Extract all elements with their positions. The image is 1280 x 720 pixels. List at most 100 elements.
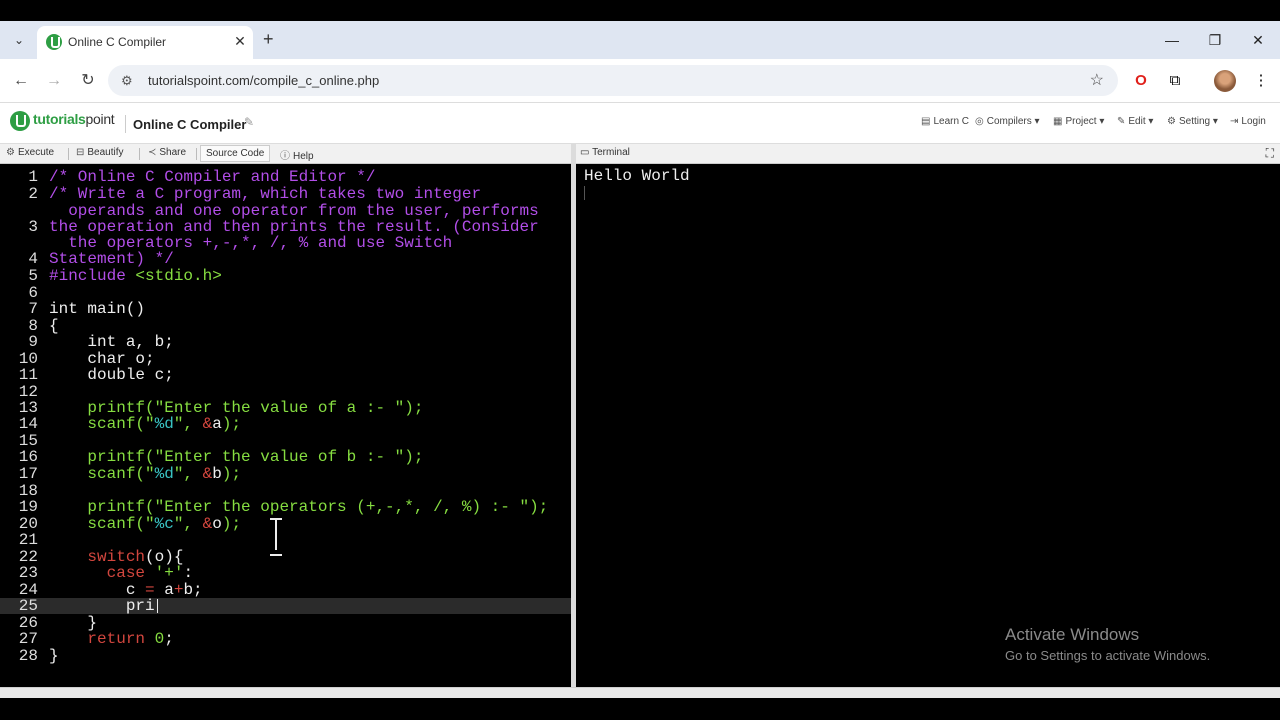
- terminal-pane[interactable]: Hello World Activate Windows Go to Setti…: [576, 165, 1280, 687]
- terminal-header: ▭ Terminal ⛶: [576, 144, 1280, 164]
- terminal-output: Hello World: [584, 167, 690, 185]
- tutorialspoint-logo-icon[interactable]: [10, 111, 30, 131]
- beautify-button[interactable]: ⊟ Beautify: [76, 147, 124, 158]
- code-line[interactable]: case '+':: [49, 565, 193, 581]
- code-line[interactable]: the operators +,-,*, /, % and use Switch: [49, 235, 452, 251]
- code-line[interactable]: switch(o){: [49, 549, 183, 565]
- code-line[interactable]: double c;: [49, 367, 173, 383]
- line-number: 21: [18, 531, 38, 549]
- code-line[interactable]: printf("Enter the operators (+,-,*, /, %…: [49, 499, 548, 515]
- browser-menu-icon[interactable]: ⋮: [1250, 70, 1272, 92]
- code-line[interactable]: }: [49, 615, 97, 631]
- line-number: 1: [28, 168, 38, 186]
- browser-tab-strip: ⌄ Online C Compiler ✕ + — ❐ ✕: [0, 21, 1280, 59]
- gear-icon: ⚙: [1167, 116, 1176, 127]
- code-line[interactable]: scanf("%c", &o);: [49, 516, 241, 532]
- url-text[interactable]: tutorialspoint.com/compile_c_online.php: [148, 73, 379, 88]
- execute-button[interactable]: ⚙ Execute: [6, 147, 54, 158]
- line-number: 17: [18, 465, 38, 483]
- profile-avatar[interactable]: [1214, 70, 1236, 92]
- minimize-button[interactable]: —: [1162, 30, 1182, 50]
- site-info-icon[interactable]: ⚙: [121, 73, 133, 89]
- globe-icon: ◎: [975, 116, 984, 127]
- line-number: 11: [18, 366, 38, 384]
- nav-login[interactable]: ⇥ Login: [1230, 116, 1266, 127]
- help-icon: ⓘ: [280, 151, 290, 162]
- new-tab-button[interactable]: +: [263, 29, 274, 49]
- site-logo[interactable]: tutorialspoint: [33, 111, 115, 127]
- line-number: 27: [18, 630, 38, 648]
- line-number: 9: [28, 333, 38, 351]
- code-line[interactable]: c = a+b;: [49, 582, 203, 598]
- back-icon[interactable]: ←: [10, 70, 32, 92]
- edit-title-icon[interactable]: ✎: [244, 115, 254, 129]
- reload-icon[interactable]: ↻: [77, 70, 99, 92]
- mouse-ibeam-cursor: [268, 518, 284, 556]
- toolbar-divider: [139, 148, 140, 160]
- grid-icon: ▦: [1053, 116, 1063, 127]
- code-line[interactable]: printf("Enter the value of a :- ");: [49, 400, 423, 416]
- close-window-button[interactable]: ✕: [1248, 30, 1268, 50]
- address-bar[interactable]: ⚙ tutorialspoint.com/compile_c_online.ph…: [108, 65, 1118, 96]
- maximize-button[interactable]: ❐: [1205, 30, 1225, 50]
- activate-windows-title: Activate Windows: [1005, 625, 1140, 644]
- tab-close-icon[interactable]: ✕: [232, 32, 248, 50]
- line-number: 4: [28, 250, 38, 268]
- line-number: 2: [28, 185, 38, 203]
- fullscreen-icon[interactable]: ⛶: [1266, 146, 1274, 161]
- code-line[interactable]: int main(): [49, 301, 145, 317]
- line-number: 8: [28, 317, 38, 335]
- line-number: 22: [18, 548, 38, 566]
- code-line[interactable]: char o;: [49, 351, 154, 367]
- beautify-icon: ⊟: [76, 147, 85, 158]
- browser-toolbar: ← → ↻ ⚙ tutorialspoint.com/compile_c_onl…: [0, 59, 1280, 103]
- favicon-icon: [46, 34, 62, 50]
- nav-project[interactable]: ▦ Project ▾: [1053, 116, 1104, 127]
- code-line[interactable]: return 0;: [49, 631, 173, 647]
- code-line[interactable]: operands and one operator from the user,…: [49, 203, 538, 219]
- line-number: 7: [28, 300, 38, 318]
- code-line[interactable]: /* Online C Compiler and Editor */: [49, 169, 375, 185]
- line-number: 6: [28, 284, 38, 302]
- terminal-icon: ▭: [580, 147, 590, 158]
- code-line[interactable]: pri: [49, 598, 155, 614]
- gear-icon: ⚙: [6, 147, 15, 158]
- line-number: 15: [18, 432, 38, 450]
- help-button[interactable]: ⓘ Help: [280, 147, 314, 162]
- nav-setting[interactable]: ⚙ Setting ▾: [1167, 116, 1218, 127]
- code-line[interactable]: scanf("%d", &a);: [49, 416, 241, 432]
- bookmark-star-icon[interactable]: ☆: [1090, 70, 1104, 90]
- line-number: 28: [18, 647, 38, 665]
- forward-icon[interactable]: →: [43, 70, 65, 92]
- code-line[interactable]: {: [49, 318, 59, 334]
- line-number: 26: [18, 614, 38, 632]
- nav-compilers[interactable]: ◎ Compilers ▾: [975, 116, 1040, 127]
- code-line[interactable]: int a, b;: [49, 334, 173, 350]
- code-line[interactable]: scanf("%d", &b);: [49, 466, 241, 482]
- extensions-icon[interactable]: ⧉: [1164, 70, 1186, 92]
- code-line[interactable]: Statement) */: [49, 251, 174, 267]
- code-editor[interactable]: 1 2 3 4 5 6 7 8 9 10 11 12 13 14 15 16 17 18 19 20 21 22 23 24 2…: [0, 165, 571, 687]
- code-line[interactable]: #include <stdio.h>: [49, 268, 222, 284]
- code-line[interactable]: the operation and then prints the result…: [49, 219, 539, 235]
- code-line[interactable]: /* Write a C program, which takes two in…: [49, 186, 481, 202]
- line-number: 5: [28, 267, 38, 285]
- editor-toolbar: ⚙ Execute ⊟ Beautify ≺ Share Source Code ⓘ H…: [0, 144, 572, 164]
- browser-tab[interactable]: Online C Compiler ✕: [37, 26, 253, 59]
- site-header: tutorialspoint Online C Compiler ✎ ▤ Lear…: [0, 103, 1280, 144]
- opera-extension-icon[interactable]: O: [1130, 70, 1152, 92]
- bottom-letterbox: [0, 698, 1280, 720]
- book-icon: ▤: [921, 116, 931, 127]
- toolbar-divider: [196, 148, 197, 160]
- share-button[interactable]: ≺ Share: [148, 147, 186, 158]
- nav-edit[interactable]: ✎ Edit ▾: [1117, 116, 1153, 127]
- source-code-button[interactable]: Source Code: [200, 145, 271, 162]
- tab-title: Online C Compiler: [68, 35, 167, 49]
- code-line[interactable]: }: [49, 648, 59, 664]
- text-caret: [157, 599, 158, 613]
- line-number: 24: [18, 581, 38, 599]
- page-title: Online C Compiler: [133, 117, 247, 132]
- tab-search-icon[interactable]: ⌄: [10, 31, 28, 49]
- nav-learn-c[interactable]: ▤ Learn C: [921, 116, 969, 127]
- code-line[interactable]: printf("Enter the value of b :- ");: [49, 449, 423, 465]
